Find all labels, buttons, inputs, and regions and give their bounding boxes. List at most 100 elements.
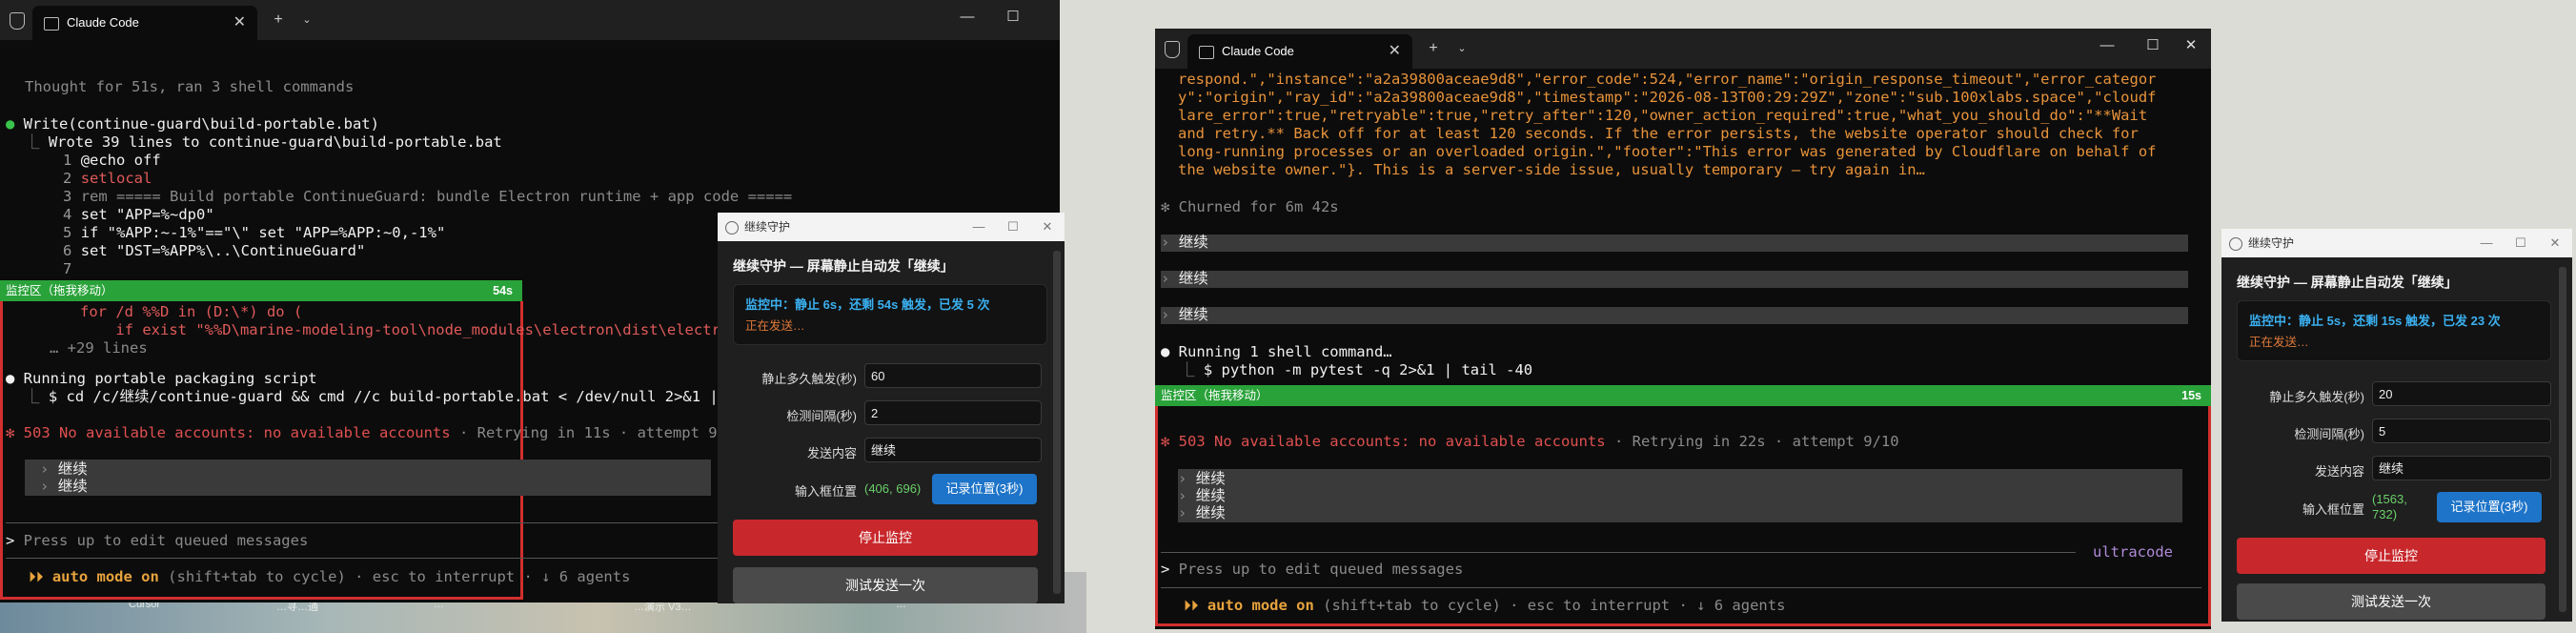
interval-input[interactable]: 5 (2372, 419, 2551, 443)
more-lines: … +29 lines (50, 339, 148, 357)
minimize-icon[interactable]: — (962, 213, 996, 241)
idle-label: 静止多久触发(秒) (761, 372, 857, 386)
code-line: 2 setlocal (63, 170, 152, 187)
prompt-placeholder: Press up to edit queued messages (1178, 561, 1464, 578)
chevron-down-icon[interactable]: ⌄ (1449, 36, 1475, 61)
guard-titlebar[interactable]: 继续守护 — ☐ ✕ (2221, 229, 2572, 257)
close-window-icon[interactable]: ✕ (2169, 29, 2211, 63)
close-icon[interactable]: ✕ (2538, 229, 2572, 257)
monitor-zone-label: 监控区（拖我移动） (6, 284, 113, 297)
running-line: ● Running 1 shell command… (1161, 343, 1392, 360)
terminal-icon (1199, 46, 1214, 59)
minimize-icon[interactable]: — (2469, 229, 2504, 257)
input-position-value: (1563, (2372, 492, 2407, 506)
scrollbar[interactable] (2559, 267, 2566, 612)
test-send-button[interactable]: 测试发送一次 (733, 567, 1038, 603)
maximize-icon[interactable]: ☐ (991, 0, 1035, 34)
input-position-value: 732) (2372, 507, 2398, 521)
churned-text: Churned for 6m 42s (1178, 198, 1339, 215)
footer-hint: (shift+tab to cycle) · esc to interrupt … (168, 568, 631, 585)
shield-icon (1165, 41, 1180, 58)
continue-item: › 继续 (1161, 234, 2188, 252)
retry-text: · Retrying in 11s · attempt 9/10 (458, 424, 744, 441)
close-icon[interactable]: ✕ (1030, 213, 1065, 241)
json-line: y":"origin","ray_id":"a2a39800aceae9d8",… (1178, 89, 2157, 106)
app-icon (2229, 237, 2242, 251)
send-content-input[interactable]: 继续 (2372, 456, 2551, 480)
prompt-input[interactable]: > Press up to edit queued messages (6, 532, 308, 550)
code-line: 3 rem ===== Build portable ContinueGuard… (63, 188, 793, 205)
divider (1161, 587, 2201, 588)
queued-item: › 继续 (40, 460, 88, 478)
continue-item: › 继续 (1161, 270, 2188, 288)
running-cmd-text: $ cd /c/继续/continue-guard && cmd //c bui… (48, 388, 737, 405)
test-send-button[interactable]: 测试发送一次 (2237, 583, 2546, 620)
json-line: lare_error":true,"retryable":true,"retry… (1178, 107, 2148, 124)
write-result-text: Wrote 39 lines to continue-guard\build-p… (48, 133, 502, 151)
idle-seconds-input[interactable]: 20 (2372, 381, 2551, 406)
code-line: if exist "%%D\marine-modeling-tool\node_… (80, 321, 739, 338)
divider (1161, 552, 2076, 553)
app-icon (725, 221, 739, 235)
input-position-value: (406, 696) (864, 481, 922, 496)
json-line: the website owner."}. This is a server-s… (1178, 161, 1925, 178)
running-cmd: ⎿ $ cd /c/继续/continue-guard && cmd //c b… (25, 388, 737, 405)
churned-line: ✻ Churned for 6m 42s (1161, 198, 1339, 215)
status-panel: 监控中：静止 5s，还剩 15s 触发，已发 23 次 正在发送… (2237, 300, 2551, 361)
footer-status: ⏵⏵ auto mode on (shift+tab to cycle) · e… (29, 568, 631, 585)
monitor-zone-bar[interactable]: 监控区（拖我移动） 15s (1155, 385, 2211, 406)
write-result: ⎿ Wrote 39 lines to continue-guard\build… (25, 133, 502, 151)
status-main: 监控中：静止 6s，还剩 54s 触发，已发 5 次 (745, 297, 990, 312)
running-text: Running portable packaging script (23, 370, 317, 387)
guard-window-title: 继续守护 (2248, 236, 2295, 250)
new-tab-icon[interactable]: + (265, 8, 292, 32)
minimize-icon[interactable]: — (945, 0, 989, 34)
input-position-label: 输入框位置 (794, 484, 857, 499)
status-sub: 正在发送… (2249, 336, 2309, 349)
tab-claude-code[interactable]: Claude Code ✕ (1187, 34, 1412, 69)
idle-seconds-input[interactable]: 60 (864, 363, 1042, 388)
queued-item: › 继续 (1178, 470, 1226, 487)
minimize-icon[interactable]: — (2085, 29, 2129, 63)
queued-item: › 继续 (1178, 504, 1226, 521)
queued-item: › 继续 (1178, 487, 1226, 504)
prompt-placeholder: Press up to edit queued messages (23, 532, 309, 549)
monitor-countdown: 15s (2181, 389, 2201, 402)
status-panel: 监控中：静止 6s，还剩 54s 触发，已发 5 次 正在发送… (733, 284, 1047, 345)
maximize-icon[interactable]: ☐ (996, 213, 1030, 241)
chevron-down-icon[interactable]: ⌄ (294, 8, 320, 32)
stop-monitor-button[interactable]: 停止监控 (733, 520, 1038, 556)
json-line: and retry.** Back off for at least 120 s… (1178, 125, 2139, 142)
auto-mode-text: auto mode on (51, 568, 159, 585)
guard-window-right: 继续守护 — ☐ ✕ 继续守护 — 屏幕静止自动发「继续」 监控中：静止 5s，… (2221, 229, 2572, 622)
running-line: ● Running portable packaging script (6, 370, 317, 387)
tab-claude-code[interactable]: Claude Code ✕ (32, 6, 257, 40)
send-content-input[interactable]: 继续 (864, 438, 1042, 462)
guard-titlebar[interactable]: 继续守护 — ☐ ✕ (718, 213, 1065, 241)
code-line: 4 set "APP=%~dp0" (63, 206, 214, 223)
record-position-button[interactable]: 记录位置(3秒) (2437, 492, 2542, 522)
interval-label: 检测间隔(秒) (786, 409, 857, 423)
json-line: long-running processes or an overloaded … (1178, 143, 2157, 160)
record-position-button[interactable]: 记录位置(3秒) (932, 474, 1037, 504)
queued-messages: › 继续 › 继续 (25, 459, 711, 496)
new-tab-icon[interactable]: + (1420, 36, 1447, 61)
close-icon[interactable]: ✕ (1389, 34, 1401, 69)
queued-messages: › 继续 › 继续 › 继续 (1178, 469, 2182, 522)
monitor-zone-bar[interactable]: 监控区（拖我移动） 54s (0, 280, 522, 301)
error-text: 503 No available accounts: no available … (23, 424, 451, 441)
thought-text: Thought for 51s, ran 3 shell commands (25, 78, 355, 95)
continue-item: › 继续 (1161, 306, 2188, 324)
stop-monitor-button[interactable]: 停止监控 (2237, 538, 2546, 574)
footer-hint: (shift+tab to cycle) · esc to interrupt … (1323, 597, 1786, 614)
interval-input[interactable]: 2 (864, 400, 1042, 425)
tab-title: Claude Code (1222, 44, 1294, 58)
send-content-label: 发送内容 (806, 446, 857, 460)
auto-mode-text: auto mode on (1207, 597, 1314, 614)
footer-status: ⏵⏵ auto mode on (shift+tab to cycle) · e… (1184, 597, 1786, 614)
scrollbar[interactable] (1053, 251, 1061, 594)
prompt-input[interactable]: > Press up to edit queued messages (1161, 561, 1463, 579)
maximize-icon[interactable]: ☐ (2504, 229, 2538, 257)
tab-bar: Claude Code ✕ + ⌄ — ☐ ✕ (1155, 29, 2211, 69)
close-icon[interactable]: ✕ (233, 6, 246, 40)
